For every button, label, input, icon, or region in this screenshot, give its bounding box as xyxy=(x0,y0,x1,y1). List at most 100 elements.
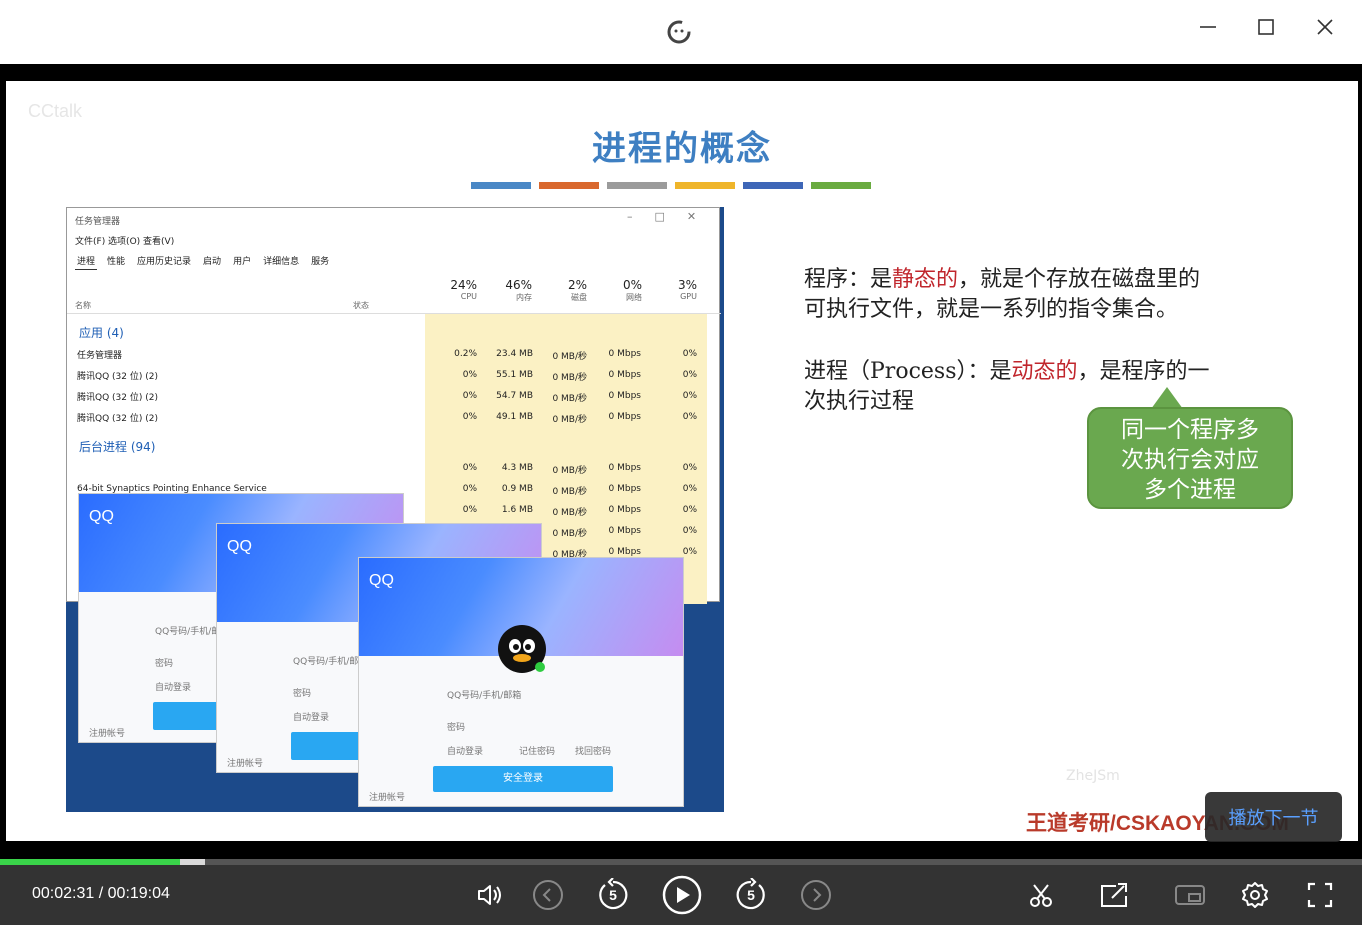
video-player[interactable]: CCtalk 进程的概念 任务管理器 –□✕ 文件(F) 选项(O) 查看(V)… xyxy=(0,64,1362,859)
tm-cell-mem: 0.9 MB xyxy=(501,484,533,494)
tm-tab-process: 进程 xyxy=(75,252,98,270)
tm-cell-gpu: 0% xyxy=(682,349,697,359)
tm-tab-details: 详细信息 xyxy=(263,257,300,267)
player-controls: 00:02:31 / 00:19:04 5 5 xyxy=(0,865,1362,925)
tm-cell-gpu: 0% xyxy=(682,370,697,380)
maximize-button[interactable] xyxy=(1253,14,1279,40)
tm-cell-disk: 0 MB/秒 xyxy=(552,508,587,518)
title-bar xyxy=(0,0,1362,64)
tm-cell-disk: 0 MB/秒 xyxy=(552,487,587,497)
tm-row-name: 腾讯QQ (32 位) (2) xyxy=(77,413,158,424)
tm-cell-gpu: 0% xyxy=(682,526,697,536)
time-separator: / xyxy=(98,885,104,902)
next-icon xyxy=(801,880,831,910)
tm-tab-services: 服务 xyxy=(311,257,330,267)
tm-row-name: 任务管理器 xyxy=(77,350,123,361)
minimize-button[interactable] xyxy=(1195,14,1221,40)
tm-group-apps: 应用 (4) xyxy=(79,326,124,340)
tm-cell-cpu: 0% xyxy=(462,484,477,494)
tm-col-gpu: 3% GPU xyxy=(677,278,697,301)
tm-col-cpu: 24% CPU xyxy=(450,278,477,301)
maximize-icon xyxy=(1258,19,1274,35)
qq-label: QQ xyxy=(369,572,394,589)
share-icon xyxy=(1101,883,1127,907)
tm-cell-net: 0 Mbps xyxy=(608,370,641,380)
tm-cell-net: 0 Mbps xyxy=(608,391,641,401)
tm-row-name: 腾讯QQ (32 位) (2) xyxy=(77,371,158,382)
tm-group-background: 后台进程 (94) xyxy=(79,440,156,454)
title-colorbar-segment xyxy=(811,182,871,189)
fullscreen-button[interactable] xyxy=(1302,877,1338,913)
tm-cell-cpu: 0% xyxy=(462,412,477,422)
qq-auto-login: 自动登录 xyxy=(447,747,484,757)
tm-cell-cpu: 0% xyxy=(462,370,477,380)
tm-cell-disk: 0 MB/秒 xyxy=(552,373,587,383)
settings-button[interactable] xyxy=(1237,877,1273,913)
play-next-button[interactable]: 播放下一节 xyxy=(1205,792,1342,842)
tm-cell-mem: 4.3 MB xyxy=(501,463,533,473)
play-icon xyxy=(662,875,702,915)
tm-col-name: 名称 xyxy=(75,301,91,310)
picture-in-picture-button[interactable] xyxy=(1172,877,1208,913)
task-manager-title: 任务管理器 xyxy=(75,217,121,227)
tm-col-status: 状态 xyxy=(353,301,369,310)
tm-cell-mem: 54.7 MB xyxy=(496,391,533,401)
watermark-bottom: ZheJSm xyxy=(1066,768,1120,784)
tm-cell-net: 0 Mbps xyxy=(608,412,641,422)
tm-cell-gpu: 0% xyxy=(682,505,697,515)
forward-icon: 5 xyxy=(736,878,765,910)
close-button[interactable] xyxy=(1312,14,1338,40)
tm-cell-disk: 0 MB/秒 xyxy=(552,415,587,425)
tm-cell-disk: 0 MB/秒 xyxy=(552,466,587,476)
app-logo-icon xyxy=(667,20,691,44)
tm-cell-gpu: 0% xyxy=(682,547,697,557)
rewind-icon: 5 xyxy=(599,878,628,910)
tm-cell-net: 0 Mbps xyxy=(608,526,641,536)
qq-account-field: QQ号码/手机/邮箱 xyxy=(447,691,522,701)
tm-cell-disk: 0 MB/秒 xyxy=(552,352,587,362)
qq-label: QQ xyxy=(227,538,252,555)
tm-window-controls: –□✕ xyxy=(627,210,719,223)
volume-button[interactable] xyxy=(471,877,507,913)
time-display: 00:02:31 / 00:19:04 xyxy=(32,885,170,903)
tm-menu: 文件(F) 选项(O) 查看(V) xyxy=(75,237,175,247)
pip-icon xyxy=(1175,885,1205,905)
tm-cell-net: 0 Mbps xyxy=(608,484,641,494)
gear-icon xyxy=(1242,882,1268,908)
clip-button[interactable] xyxy=(1023,877,1059,913)
tm-tab-users: 用户 xyxy=(233,257,252,267)
qq-password-field: 密码 xyxy=(155,659,174,669)
qq-password-field: 密码 xyxy=(293,689,312,699)
minimize-icon xyxy=(1200,26,1216,28)
tm-tabs: 进程 性能 应用历史记录 启动 用户 详细信息 服务 xyxy=(75,252,331,270)
qq-password-field: 密码 xyxy=(447,723,466,733)
tm-cell-cpu: 0% xyxy=(462,505,477,515)
tm-cell-cpu: 0.2% xyxy=(454,349,477,359)
qq-register: 注册帐号 xyxy=(227,759,264,769)
tm-cell-gpu: 0% xyxy=(682,391,697,401)
program-definition: 程序：是静态的，就是个存放在磁盘里的 可执行文件，就是一系列的指令集合。 xyxy=(804,267,1201,322)
fullscreen-icon xyxy=(1307,882,1333,908)
qq-auto-login: 自动登录 xyxy=(293,713,330,723)
forward-5-button[interactable]: 5 xyxy=(733,877,769,913)
qq-account-field: QQ号码/手机/邮箱 xyxy=(293,657,368,667)
tm-cell-mem: 49.1 MB xyxy=(496,412,533,422)
qq-window-3: QQ QQ号码/手机/邮箱 密码 自动登录 记住密码 找回密码 安全登录 注册帐… xyxy=(358,557,684,807)
qq-remember: 记住密码 xyxy=(519,747,556,757)
rewind-5-button[interactable]: 5 xyxy=(595,877,631,913)
tm-cell-disk: 0 MB/秒 xyxy=(552,394,587,404)
previous-icon xyxy=(533,880,563,910)
close-icon xyxy=(1317,19,1333,35)
tm-cell-mem: 55.1 MB xyxy=(496,370,533,380)
tm-tab-perf: 性能 xyxy=(107,257,126,267)
watermark-cctalk: CCtalk xyxy=(28,101,83,121)
slide: CCtalk 进程的概念 任务管理器 –□✕ 文件(F) 选项(O) 查看(V)… xyxy=(6,81,1358,841)
share-button[interactable] xyxy=(1096,877,1132,913)
previous-button[interactable] xyxy=(530,877,566,913)
play-button[interactable] xyxy=(662,875,702,915)
next-button[interactable] xyxy=(798,877,834,913)
tm-cell-net: 0 Mbps xyxy=(608,463,641,473)
qq-register: 注册帐号 xyxy=(369,793,406,803)
title-colorbar-segment xyxy=(675,182,735,189)
title-colorbar-segment xyxy=(743,182,803,189)
